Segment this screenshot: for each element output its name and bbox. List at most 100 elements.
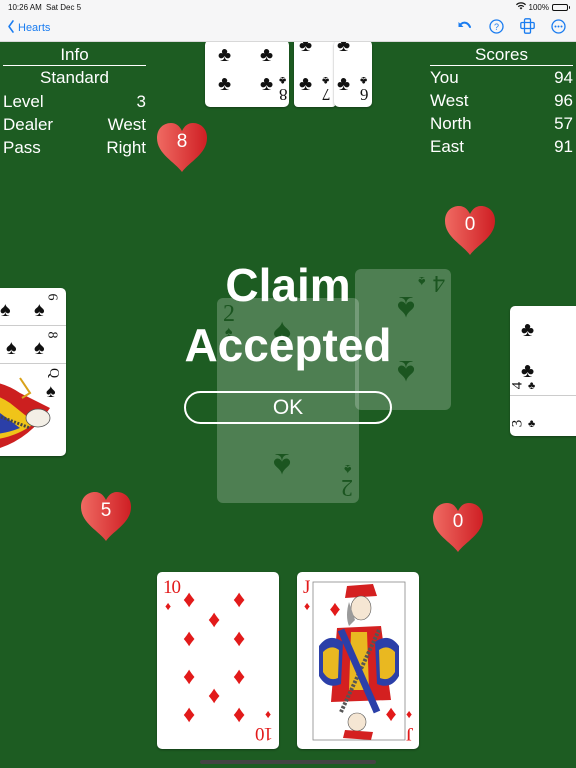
card-rank: 6 [44, 293, 60, 301]
north-hearts-marker: 8 [155, 122, 209, 172]
info-label: Level [3, 92, 44, 111]
player-score: 94 [554, 68, 573, 87]
heart-count: 8 [176, 131, 188, 152]
info-value: West [107, 115, 146, 134]
club-icon: ♣ [260, 73, 274, 95]
card-suit: ♦ [264, 708, 271, 722]
card-suit: ♦ [405, 708, 412, 722]
club-icon: ♣ [337, 40, 351, 56]
info-label: Dealer [3, 115, 54, 134]
svg-text:♦: ♦ [329, 596, 340, 621]
heart-count: 0 [452, 511, 464, 532]
diamond-icon: ♦ [183, 701, 196, 728]
card-rank: 10 [256, 723, 273, 744]
card-suit: ♣ [360, 74, 368, 86]
diamond-icon: ♦ [233, 663, 246, 690]
playing-card[interactable]: ♠ ♠ 6 ♠ ♠ 8 ♠ Q [0, 288, 66, 456]
diamond-icon: ♦ [208, 606, 221, 633]
card-rank: 3 [510, 419, 526, 428]
back-button[interactable]: Hearts [7, 20, 50, 35]
playing-card[interactable]: ♣ ♣ 4 ♣ 3 ♣ [510, 306, 576, 436]
info-value: 3 [136, 92, 146, 111]
diamond-icon: ♦ [233, 625, 246, 652]
heart-count: 0 [464, 214, 476, 235]
score-row: North 57 [430, 112, 573, 135]
card-4-clubs: ♣ ♣ 4 ♣ [510, 306, 576, 396]
card-rank: Q [46, 367, 62, 379]
player-score: 91 [554, 137, 573, 156]
info-value: Right [106, 138, 146, 157]
score-row: West 96 [430, 89, 573, 112]
player-name: West [430, 91, 469, 110]
card-rank: 7 [322, 85, 331, 104]
toolbar: ? [457, 18, 566, 34]
more-icon[interactable] [550, 18, 566, 34]
card-rank: J [405, 723, 413, 744]
playing-card[interactable]: ♣ ♣ ♣ ♣ ♣ 8 [205, 40, 289, 107]
card-rank: 8 [44, 331, 60, 339]
help-icon[interactable]: ? [488, 18, 504, 34]
info-row-level: Level 3 [3, 90, 146, 113]
score-row: You 94 [430, 66, 573, 89]
card-rank: 4 [510, 381, 526, 390]
club-icon: ♣ [299, 40, 313, 56]
spade-icon: ♠ [34, 299, 45, 321]
card-suit: ♣ [322, 74, 330, 86]
playing-card[interactable]: 10 ♦ ♦ ♦ ♦ ♦ ♦ ♦ ♦ ♦ ♦ ♦ ♦ 10 [157, 572, 279, 749]
status-date: Sat Dec 5 [46, 3, 82, 12]
card-rank: 2 [341, 474, 353, 500]
club-icon: ♣ [521, 360, 535, 382]
info-title: Info [3, 44, 146, 66]
svg-text:♦: ♦ [385, 703, 396, 728]
undo-icon[interactable] [457, 18, 473, 34]
scores-panel: Scores You 94 West 96 North 57 East 91 [430, 44, 573, 158]
ok-button[interactable]: OK [184, 391, 392, 424]
card-3-clubs: 3 ♣ [510, 396, 576, 436]
playing-card[interactable]: ♣ ♣ ♣ 6 [334, 40, 372, 107]
spade-icon: ♠ [34, 337, 45, 359]
back-label: Hearts [18, 21, 51, 34]
info-label: Pass [3, 138, 41, 157]
south-hearts-marker: 0 [431, 502, 485, 552]
diamond-icon: ♦ [233, 586, 246, 613]
spade-icon: ♠ [6, 337, 17, 359]
heart-count: 5 [100, 500, 112, 521]
card-rank: 6 [360, 85, 369, 104]
card-suit: ♠ [343, 461, 351, 476]
dialog-title-line2: Accepted [184, 319, 392, 371]
card-suit: ♣ [528, 418, 536, 430]
scores-title: Scores [430, 44, 573, 66]
status-indicators: 100% [515, 2, 570, 12]
player-name: North [430, 114, 472, 133]
diamond-icon: ♦ [183, 586, 196, 613]
wifi-icon [515, 2, 526, 12]
card-rank: J [303, 577, 311, 598]
battery-percent: 100% [528, 2, 549, 12]
east-hearts-marker: 0 [443, 205, 497, 255]
card-rank: 10 [163, 577, 181, 598]
diamond-icon: ♦ [208, 682, 221, 709]
club-icon: ♣ [337, 73, 351, 95]
info-panel: Info Standard Level 3 Dealer West Pass R… [3, 44, 146, 159]
diamond-icon: ♦ [233, 701, 246, 728]
playing-card[interactable]: ♣ ♣ ♣ 7 [294, 40, 336, 107]
card-suit: ♣ [528, 380, 536, 392]
playing-card[interactable]: J ♦ ♦ ♦ ♦ J [297, 572, 419, 749]
navigation-bar: 10:26 AM Sat Dec 5 100% Hearts ? [0, 0, 576, 42]
info-row-pass: Pass Right [3, 136, 146, 159]
battery-icon [552, 3, 570, 11]
card-rank: 8 [279, 85, 288, 104]
card-suit: ♦ [165, 599, 172, 613]
spade-icon: ♠ [273, 446, 292, 484]
club-icon: ♣ [218, 73, 232, 95]
chevron-left-icon [8, 20, 14, 35]
club-icon: ♣ [299, 73, 313, 95]
layout-icon[interactable] [519, 18, 535, 34]
player-score: 57 [554, 114, 573, 133]
club-icon: ♣ [521, 319, 535, 341]
club-icon: ♣ [218, 44, 232, 66]
diamond-icon: ♦ [183, 625, 196, 652]
home-indicator[interactable] [200, 760, 376, 764]
player-name: East [430, 137, 465, 156]
diamond-icon: ♦ [183, 663, 196, 690]
